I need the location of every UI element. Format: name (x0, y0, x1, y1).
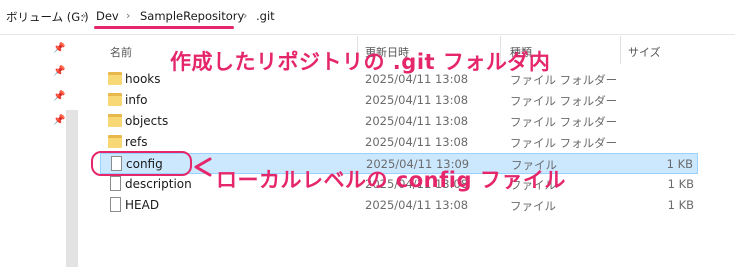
file-name: HEAD (125, 198, 160, 212)
breadcrumb-drive[interactable]: ボリューム (G:) (6, 9, 89, 25)
chevron-right-icon: › (243, 9, 248, 22)
file-type: ファイル (510, 199, 556, 213)
file-size: 1 KB (667, 177, 694, 191)
pin-icon[interactable]: 📌 (53, 67, 65, 77)
file-name: objects (125, 114, 169, 128)
file-size: 1 KB (666, 157, 693, 171)
file-date: 2025/04/11 13:08 (365, 135, 469, 149)
breadcrumb-dev[interactable]: Dev (96, 9, 119, 23)
breadcrumb-highlight-underline (94, 26, 234, 29)
folder-icon (108, 93, 122, 106)
file-date: 2025/04/11 13:08 (365, 198, 469, 212)
annotation-highlight-box (91, 151, 192, 176)
list-item[interactable]: HEAD 2025/04/11 13:08 ファイル 1 KB (100, 195, 698, 216)
folder-icon (108, 114, 122, 127)
file-type: ファイル フォルダー (510, 136, 618, 150)
list-item[interactable]: objects 2025/04/11 13:08 ファイル フォルダー (100, 111, 698, 132)
navigation-scrollbar[interactable] (66, 110, 78, 267)
chevron-right-icon: › (82, 9, 87, 22)
file-name: refs (125, 135, 148, 149)
folder-icon (108, 72, 122, 85)
file-icon (110, 176, 121, 191)
annotation-pointer-icon (194, 157, 212, 177)
pin-icon[interactable]: 📌 (53, 92, 65, 102)
list-item[interactable]: refs 2025/04/11 13:08 ファイル フォルダー (100, 132, 698, 153)
annotation-config-label: ローカルレベルの config ファイル (216, 168, 566, 192)
chevron-right-icon: › (126, 9, 131, 22)
file-name: hooks (125, 72, 161, 86)
column-divider[interactable] (620, 36, 621, 64)
breadcrumb-git[interactable]: .git (256, 9, 275, 23)
folder-icon (108, 135, 122, 148)
file-name: info (125, 93, 148, 107)
column-header-name[interactable]: 名前 (110, 44, 132, 60)
file-icon (110, 197, 121, 212)
list-item[interactable]: info 2025/04/11 13:08 ファイル フォルダー (100, 90, 698, 111)
file-date: 2025/04/11 13:08 (365, 93, 469, 107)
breadcrumb-samplerepository[interactable]: SampleRepository (140, 9, 244, 23)
navigation-pane[interactable]: 📌 📌 📌 📌 (0, 35, 70, 267)
file-name: description (125, 177, 192, 191)
annotation-title: 作成したリポジトリの .git フォルダ内 (170, 50, 551, 74)
file-type: ファイル フォルダー (510, 115, 618, 129)
file-size: 1 KB (667, 198, 694, 212)
column-header-size[interactable]: サイズ (628, 44, 661, 60)
file-date: 2025/04/11 13:08 (365, 114, 469, 128)
file-type: ファイル フォルダー (510, 94, 618, 108)
pin-icon[interactable]: 📌 (53, 116, 65, 126)
pin-icon[interactable]: 📌 (53, 44, 65, 54)
address-bar[interactable]: ボリューム (G:) › Dev › SampleRepository › .g… (0, 0, 735, 35)
